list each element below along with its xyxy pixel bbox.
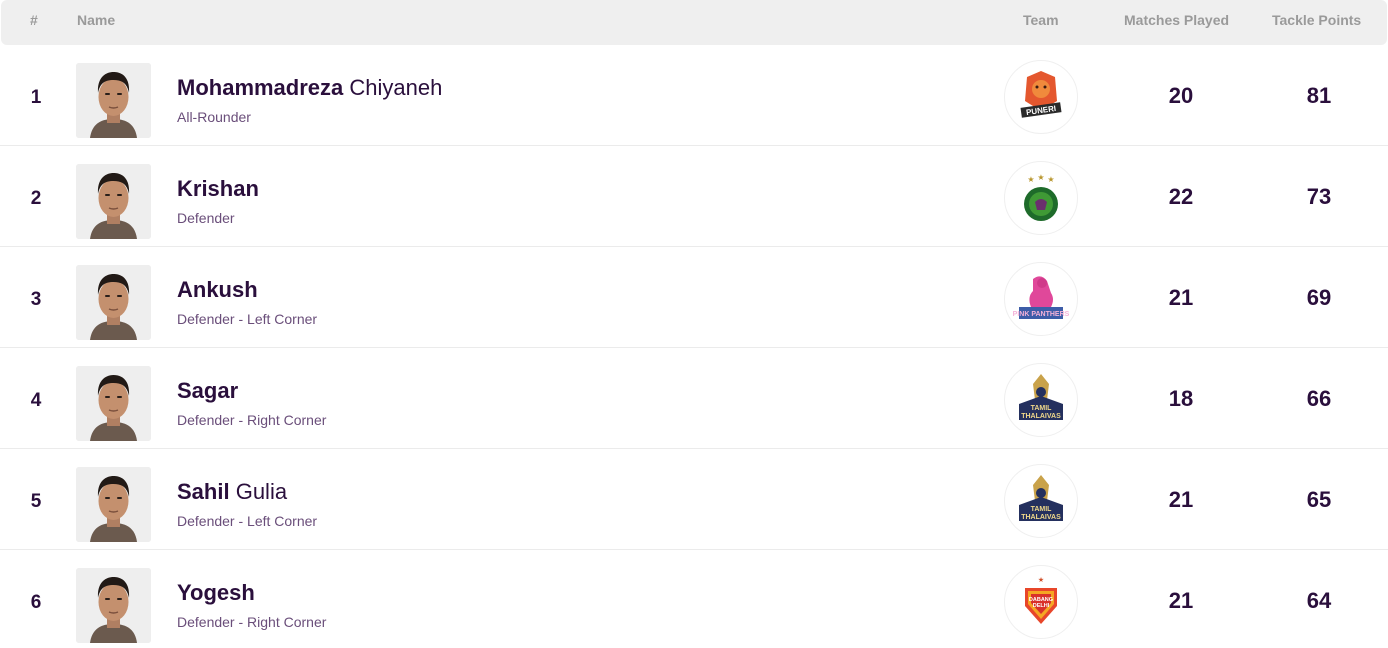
player-photo-icon xyxy=(76,366,151,441)
header-matches-played[interactable]: Matches Played xyxy=(1124,12,1229,28)
svg-text:PINK PANTHERS: PINK PANTHERS xyxy=(1013,311,1070,318)
tackle-points-leaderboard: # Name Team Matches Played Tackle Points… xyxy=(0,0,1388,648)
player-first-name: Sahil xyxy=(177,479,230,504)
player-rank: 6 xyxy=(28,592,44,614)
matches-played-value: 20 xyxy=(1141,83,1221,109)
player-rank: 4 xyxy=(28,390,44,412)
table-header: # Name Team Matches Played Tackle Points xyxy=(1,0,1387,45)
player-photo-icon xyxy=(76,63,151,138)
player-photo-icon xyxy=(76,265,151,340)
player-name[interactable]: Krishan xyxy=(177,176,259,202)
tackle-points-value: 64 xyxy=(1279,588,1359,614)
player-photo-icon xyxy=(76,568,151,643)
table-row[interactable]: 2 Krishan Defender ★ ★ ★ xyxy=(0,146,1388,247)
player-position: Defender - Left Corner xyxy=(177,513,317,529)
player-position: Defender - Left Corner xyxy=(177,311,317,327)
player-position: Defender xyxy=(177,210,235,226)
svg-text:TAMIL: TAMIL xyxy=(1031,506,1053,513)
player-avatar[interactable] xyxy=(76,568,151,643)
player-first-name: Yogesh xyxy=(177,580,255,605)
svg-text:TAMIL: TAMIL xyxy=(1031,405,1053,412)
puneri-paltan-logo-icon: PUNERI xyxy=(1011,67,1071,127)
player-avatar[interactable] xyxy=(76,467,151,542)
player-position: Defender - Right Corner xyxy=(177,614,326,630)
matches-played-value: 18 xyxy=(1141,386,1221,412)
player-first-name: Krishan xyxy=(177,176,259,201)
svg-text:DELHI: DELHI xyxy=(1033,603,1050,609)
table-row[interactable]: 3 Ankush Defender - Left Corner PINK PAN xyxy=(0,247,1388,348)
player-photo-icon xyxy=(76,164,151,239)
table-row[interactable]: 1 Mohammadreza Chiyaneh All-Rounder xyxy=(0,45,1388,146)
matches-played-value: 21 xyxy=(1141,487,1221,513)
header-name[interactable]: Name xyxy=(77,12,115,28)
tamil-thalaivas-logo-icon: TAMIL THALAIVAS xyxy=(1011,471,1071,531)
player-name[interactable]: Sagar xyxy=(177,378,238,404)
tackle-points-value: 69 xyxy=(1279,285,1359,311)
header-tackle-points[interactable]: Tackle Points xyxy=(1272,12,1361,28)
tamil-thalaivas-logo-icon: TAMIL THALAIVAS xyxy=(1011,370,1071,430)
team-logo[interactable]: ★ ★ ★ xyxy=(1004,161,1078,235)
svg-text:THALAIVAS: THALAIVAS xyxy=(1021,514,1061,521)
team-logo[interactable]: PUNERI xyxy=(1004,60,1078,134)
table-row[interactable]: 4 Sagar Defender - Right Corner TAMIL xyxy=(0,348,1388,449)
dabang-delhi-logo-icon: ★ DABANG DELHI xyxy=(1011,572,1071,632)
team-logo[interactable]: TAMIL THALAIVAS xyxy=(1004,464,1078,538)
svg-text:★: ★ xyxy=(1038,576,1044,584)
matches-played-value: 22 xyxy=(1141,184,1221,210)
svg-text:★: ★ xyxy=(1027,175,1034,184)
player-photo-icon xyxy=(76,467,151,542)
player-avatar[interactable] xyxy=(76,63,151,138)
pink-panthers-logo-icon: PINK PANTHERS xyxy=(1011,269,1071,329)
team-logo[interactable]: PINK PANTHERS xyxy=(1004,262,1078,336)
patna-pirates-logo-icon: ★ ★ ★ xyxy=(1011,168,1071,228)
player-position: All-Rounder xyxy=(177,109,251,125)
svg-text:THALAIVAS: THALAIVAS xyxy=(1021,413,1061,420)
player-rank: 3 xyxy=(28,289,44,311)
tackle-points-value: 65 xyxy=(1279,487,1359,513)
header-rank[interactable]: # xyxy=(30,12,38,28)
player-avatar[interactable] xyxy=(76,164,151,239)
player-rank: 5 xyxy=(28,491,44,513)
player-first-name: Mohammadreza xyxy=(177,75,343,100)
player-first-name: Ankush xyxy=(177,277,258,302)
tackle-points-value: 73 xyxy=(1279,184,1359,210)
team-logo[interactable]: TAMIL THALAIVAS xyxy=(1004,363,1078,437)
player-first-name: Sagar xyxy=(177,378,238,403)
tackle-points-value: 66 xyxy=(1279,386,1359,412)
svg-text:★: ★ xyxy=(1037,173,1044,182)
tackle-points-value: 81 xyxy=(1279,83,1359,109)
table-row[interactable]: 6 Yogesh Defender - Right Corner ★ xyxy=(0,550,1388,648)
header-team[interactable]: Team xyxy=(1023,12,1059,28)
player-name[interactable]: Sahil Gulia xyxy=(177,479,287,505)
matches-played-value: 21 xyxy=(1141,588,1221,614)
player-last-name: Chiyaneh xyxy=(349,75,442,100)
player-avatar[interactable] xyxy=(76,366,151,441)
player-rank: 2 xyxy=(28,188,44,210)
svg-text:PUNERI: PUNERI xyxy=(1025,104,1056,117)
matches-played-value: 21 xyxy=(1141,285,1221,311)
player-position: Defender - Right Corner xyxy=(177,412,326,428)
player-name[interactable]: Ankush xyxy=(177,277,258,303)
player-rank: 1 xyxy=(28,87,44,109)
svg-text:★: ★ xyxy=(1047,175,1054,184)
player-avatar[interactable] xyxy=(76,265,151,340)
team-logo[interactable]: ★ DABANG DELHI xyxy=(1004,565,1078,639)
player-name[interactable]: Mohammadreza Chiyaneh xyxy=(177,75,442,101)
table-row[interactable]: 5 Sahil Gulia Defender - Left Corner TAM… xyxy=(0,449,1388,550)
player-last-name: Gulia xyxy=(236,479,287,504)
player-name[interactable]: Yogesh xyxy=(177,580,255,606)
